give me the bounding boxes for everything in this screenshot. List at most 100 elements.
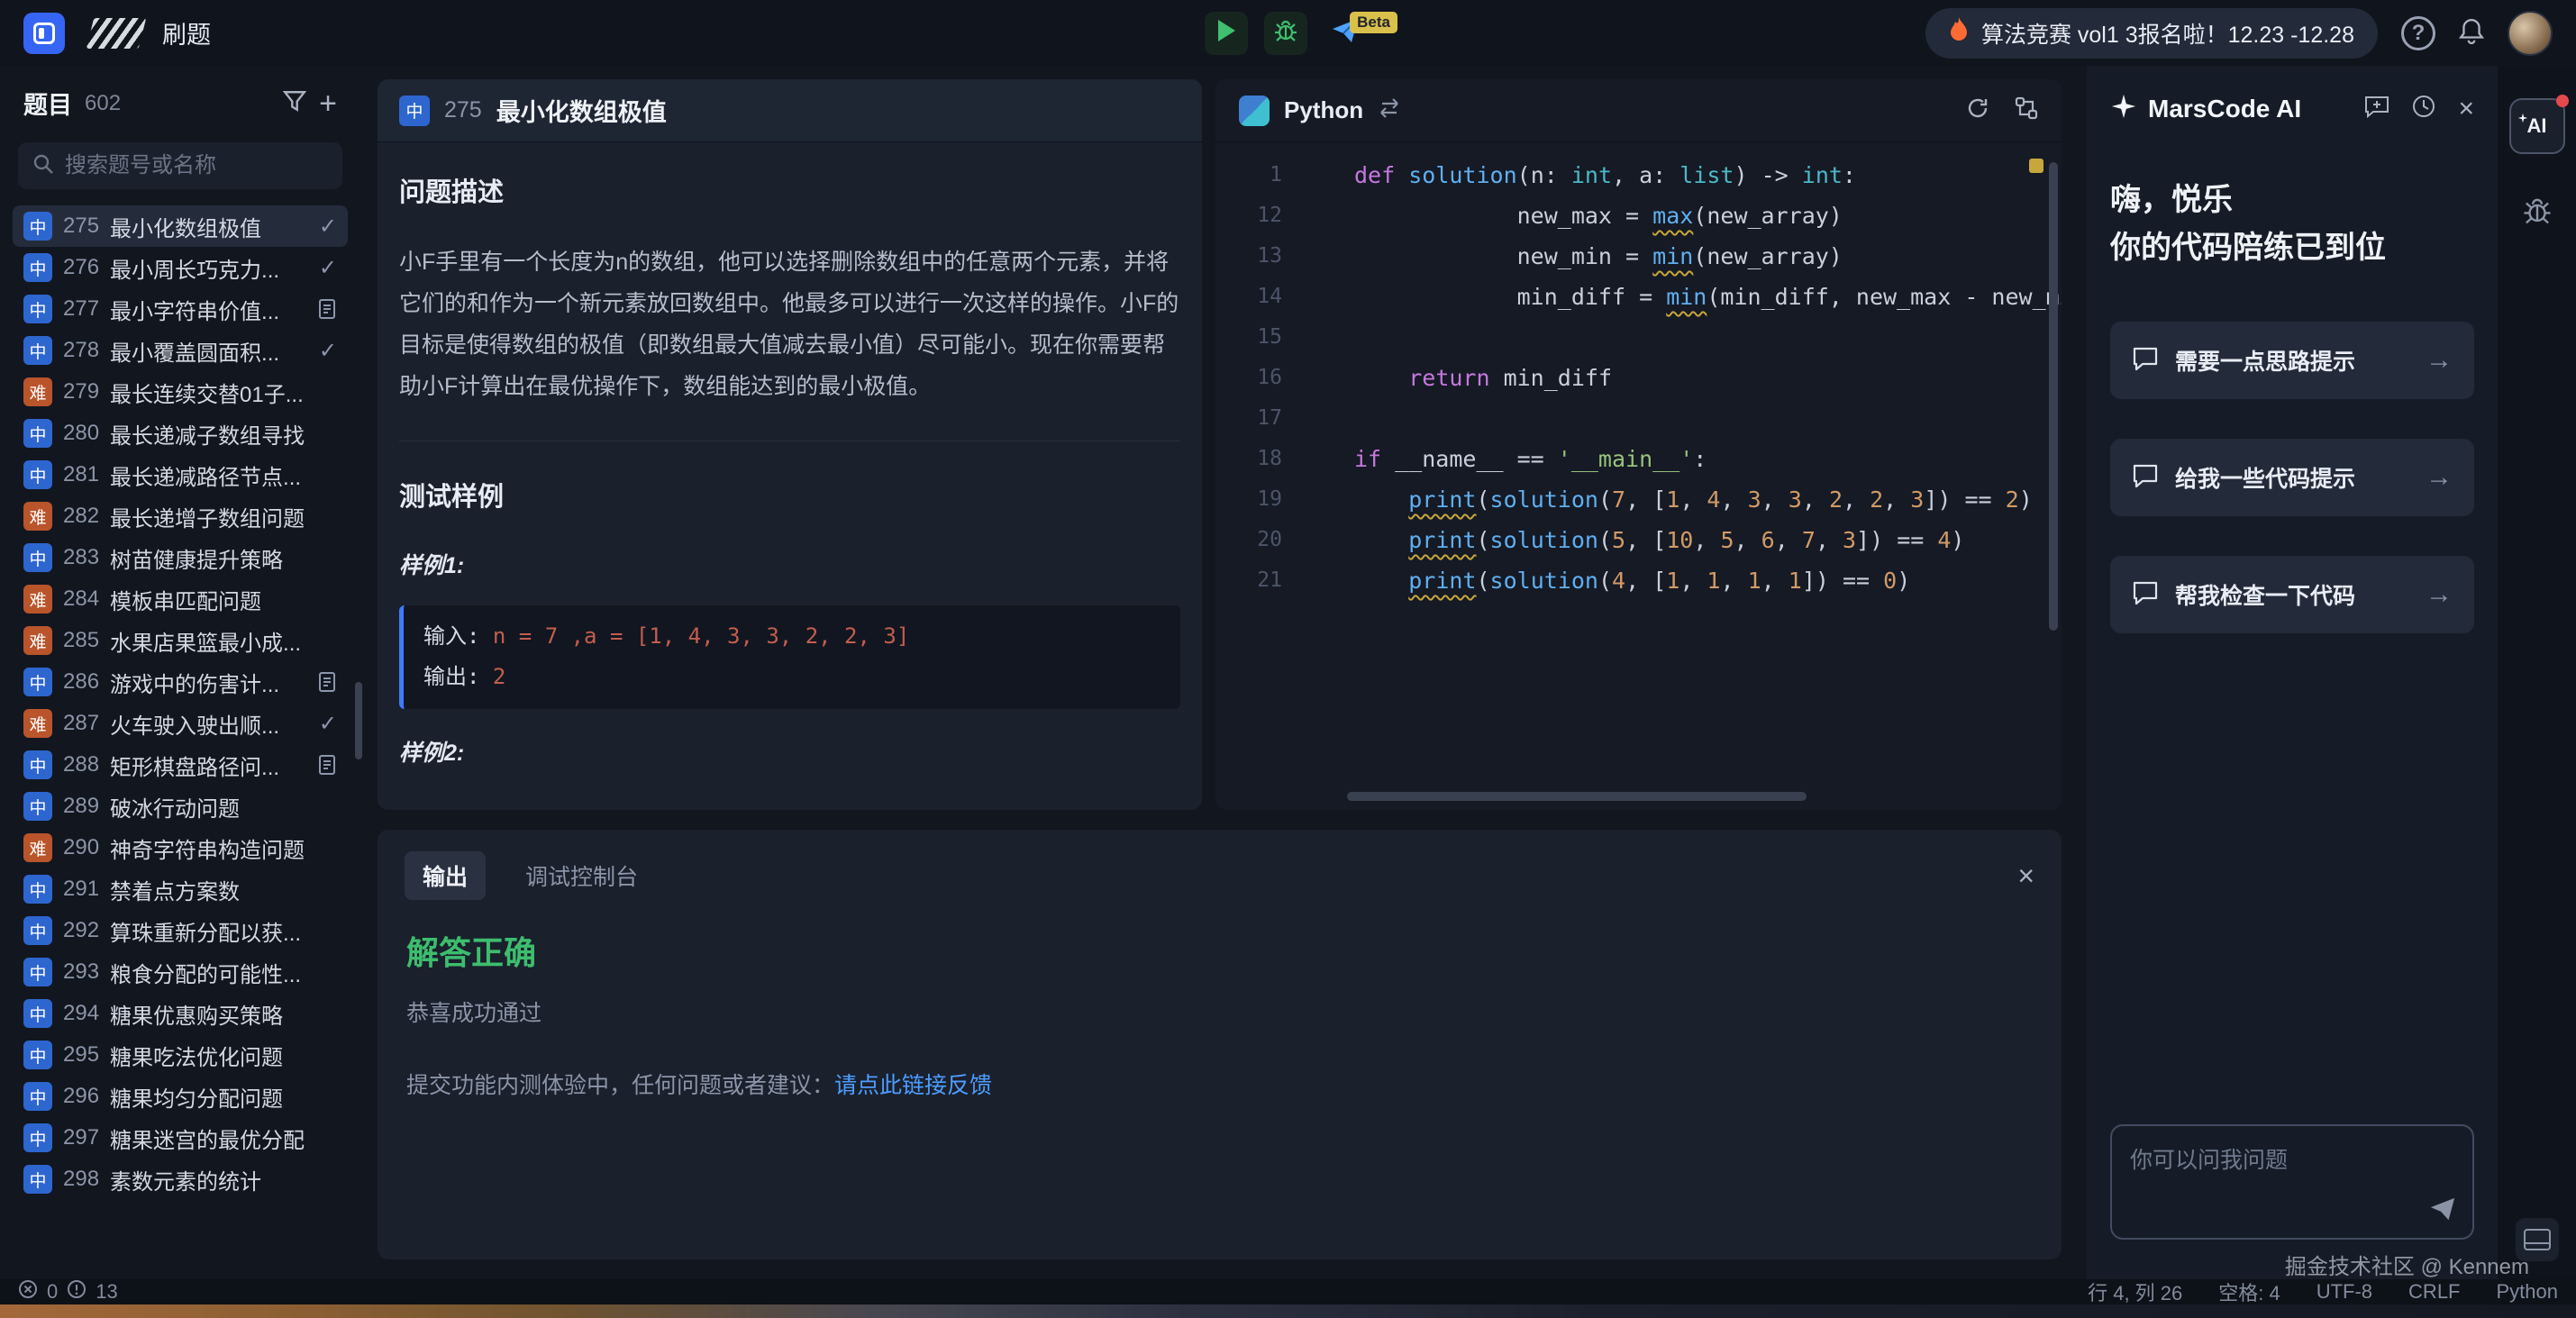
filter-icon[interactable] — [283, 89, 306, 117]
problem-list-item[interactable]: 中296糖果均匀分配问题 — [13, 1076, 348, 1117]
problem-list-item[interactable]: 难287火车驶入驶出顺...✓ — [13, 703, 348, 744]
problem-id: 294 — [63, 1001, 99, 1026]
ai-suggestion-card[interactable]: 帮我检查一下代码→ — [2110, 556, 2474, 633]
code-line[interactable]: 1def solution(n: int, a: list) -> int: — [1215, 155, 2062, 195]
problem-list-item[interactable]: 难285水果店果篮最小成... — [13, 620, 348, 661]
help-icon[interactable]: ? — [2401, 16, 2435, 50]
problem-list-item[interactable]: 中277最小字符串价值... — [13, 288, 348, 330]
code-line[interactable]: 16 return min_diff — [1215, 358, 2062, 398]
problem-list-item[interactable]: 中280最长递减子数组寻找 — [13, 413, 348, 454]
ai-suggestion-card[interactable]: 需要一点思路提示→ — [2110, 322, 2474, 399]
close-icon[interactable]: × — [2458, 95, 2474, 123]
line-number: 18 — [1215, 439, 1315, 479]
solved-check-icon: ✓ — [319, 338, 337, 364]
tab-debug-console[interactable]: 调试控制台 — [525, 859, 638, 892]
send-icon[interactable] — [2429, 1195, 2456, 1227]
output-value: 2 — [493, 664, 505, 689]
sample-output-line: 输出: 2 — [423, 657, 1161, 698]
code-line[interactable]: 12 new_max = max(new_array) — [1215, 195, 2062, 236]
status-item[interactable]: Python — [2497, 1280, 2559, 1304]
new-chat-icon[interactable] — [2364, 95, 2389, 123]
problem-list-item[interactable]: 中298素数元素的统计 — [13, 1159, 348, 1200]
difficulty-badge: 难 — [23, 833, 52, 862]
problem-body: 问题描述 小F手里有一个长度为n的数组，他可以选择删除数组中的任意两个元素，并将… — [378, 142, 1202, 810]
ai-suggestion-card[interactable]: 给我一些代码提示→ — [2110, 439, 2474, 516]
problem-list-item[interactable]: 中291禁着点方案数 — [13, 868, 348, 910]
problem-list-item[interactable]: 中292算珠重新分配以获... — [13, 910, 348, 951]
problem-id: 290 — [63, 835, 99, 860]
problem-id: 292 — [63, 918, 99, 943]
problem-title: 最小覆盖圆面积... — [110, 335, 279, 367]
avatar[interactable] — [2508, 11, 2553, 56]
problem-list-item[interactable]: 难282最长递增子数组问题 — [13, 495, 348, 537]
problem-list-item[interactable]: 中278最小覆盖圆面积...✓ — [13, 330, 348, 371]
ai-panel-header: MarsCode AI × — [2110, 93, 2474, 124]
status-item[interactable]: CRLF — [2408, 1280, 2460, 1304]
code-line[interactable]: 13 new_min = min(new_array) — [1215, 236, 2062, 277]
line-number: 12 — [1215, 195, 1315, 236]
code-line[interactable]: 17 — [1215, 398, 2062, 439]
bell-icon[interactable] — [2459, 17, 2484, 49]
problem-list-item[interactable]: 中295糖果吃法优化问题 — [13, 1034, 348, 1076]
run-button[interactable] — [1205, 12, 1248, 55]
code-line[interactable]: 20 print(solution(5, [10, 5, 6, 7, 3]) =… — [1215, 520, 2062, 560]
problem-list-item[interactable]: 难279最长连续交替01子... — [13, 371, 348, 413]
feedback-text: 提交功能内测体验中，任何问题或者建议： — [406, 1073, 834, 1098]
search-box[interactable] — [18, 142, 342, 189]
format-icon[interactable] — [2015, 96, 2038, 124]
language-swap-icon[interactable] — [1378, 98, 1401, 123]
submit-button[interactable]: Beta — [1324, 12, 1367, 55]
plugin-bug-icon[interactable] — [2522, 195, 2553, 231]
problem-list-item[interactable]: 中283树苗健康提升策略 — [13, 537, 348, 578]
code-line[interactable]: 15 — [1215, 317, 2062, 358]
solved-check-icon: ✓ — [319, 214, 337, 240]
history-icon[interactable] — [2411, 94, 2436, 123]
app-window: 刷题 Beta 算法竞赛 vol1 3报名啦！12.23 -12.28 ? — [0, 0, 2576, 1318]
problems-sidebar: 题目 602 + 中275最小化数组极值✓中276最小周长巧克力...✓中277… — [0, 66, 360, 1279]
sample2-label: 样例2: — [399, 732, 1180, 774]
problems-indicator[interactable]: 0 13 — [18, 1279, 118, 1304]
add-problem-icon[interactable]: + — [319, 88, 337, 119]
problem-list-item[interactable]: 中281最长递减路径节点... — [13, 454, 348, 495]
refresh-icon[interactable] — [1966, 96, 1989, 124]
code-area[interactable]: 1def solution(n: int, a: list) -> int:12… — [1215, 142, 2062, 810]
editor-vertical-scrollbar[interactable] — [2049, 162, 2058, 631]
status-item[interactable]: 行 4, 列 26 — [2088, 1277, 2182, 1306]
ai-input[interactable] — [2112, 1126, 2472, 1238]
code-line[interactable]: 18if __name__ == '__main__': — [1215, 439, 2062, 479]
editor-horizontal-scrollbar[interactable] — [1347, 792, 1807, 801]
problem-title: 树苗健康提升策略 — [110, 542, 283, 574]
problem-list-item[interactable]: 中297糖果迷宫的最优分配 — [13, 1117, 348, 1159]
problem-list-item[interactable]: 难284模板串匹配问题 — [13, 578, 348, 620]
problem-list-item[interactable]: 中286游戏中的伤害计... — [13, 661, 348, 703]
debug-button[interactable] — [1264, 12, 1307, 55]
problem-id: 289 — [63, 794, 99, 819]
code-line[interactable]: 21 print(solution(4, [1, 1, 1, 1]) == 0) — [1215, 560, 2062, 601]
problem-list-item[interactable]: 中293粮食分配的可能性... — [13, 951, 348, 993]
code-line[interactable]: 19 print(solution(7, [1, 4, 3, 3, 2, 2, … — [1215, 479, 2062, 520]
problem-list-item[interactable]: 中288矩形棋盘路径问... — [13, 744, 348, 786]
problem-list-item[interactable]: 难290神奇字符串构造问题 — [13, 827, 348, 868]
ai-toggle-button[interactable]: AI — [2509, 98, 2565, 154]
sample1-block: 输入: n = 7 ,a = [1, 4, 3, 3, 2, 2, 3] 输出:… — [399, 605, 1180, 709]
python-icon — [1239, 95, 1270, 126]
problem-id: 295 — [63, 1042, 99, 1068]
problem-list-item[interactable]: 中289破冰行动问题 — [13, 786, 348, 827]
app-title: 刷题 — [162, 15, 211, 50]
search-input[interactable] — [65, 153, 328, 178]
problem-list-item[interactable]: 中294糖果优惠购买策略 — [13, 993, 348, 1034]
play-icon — [1216, 19, 1236, 47]
sidebar-scrollbar[interactable] — [355, 682, 362, 759]
code-line[interactable]: 14 min_diff = min(min_diff, new_max - ne… — [1215, 277, 2062, 317]
problem-title: 最小化数组极值 — [496, 93, 667, 128]
tab-output[interactable]: 输出 — [405, 851, 486, 900]
contest-banner[interactable]: 算法竞赛 vol1 3报名啦！12.23 -12.28 — [1925, 8, 2378, 59]
problem-list-item[interactable]: 中276最小周长巧克力...✓ — [13, 247, 348, 288]
difficulty-badge: 中 — [23, 419, 52, 448]
app-logo[interactable] — [23, 13, 65, 54]
feedback-link[interactable]: 请点此链接反馈 — [834, 1073, 992, 1098]
status-item[interactable]: UTF-8 — [2317, 1280, 2372, 1304]
problem-list-item[interactable]: 中275最小化数组极值✓ — [13, 205, 348, 247]
close-icon[interactable]: × — [2017, 861, 2034, 890]
status-item[interactable]: 空格: 4 — [2218, 1277, 2280, 1306]
